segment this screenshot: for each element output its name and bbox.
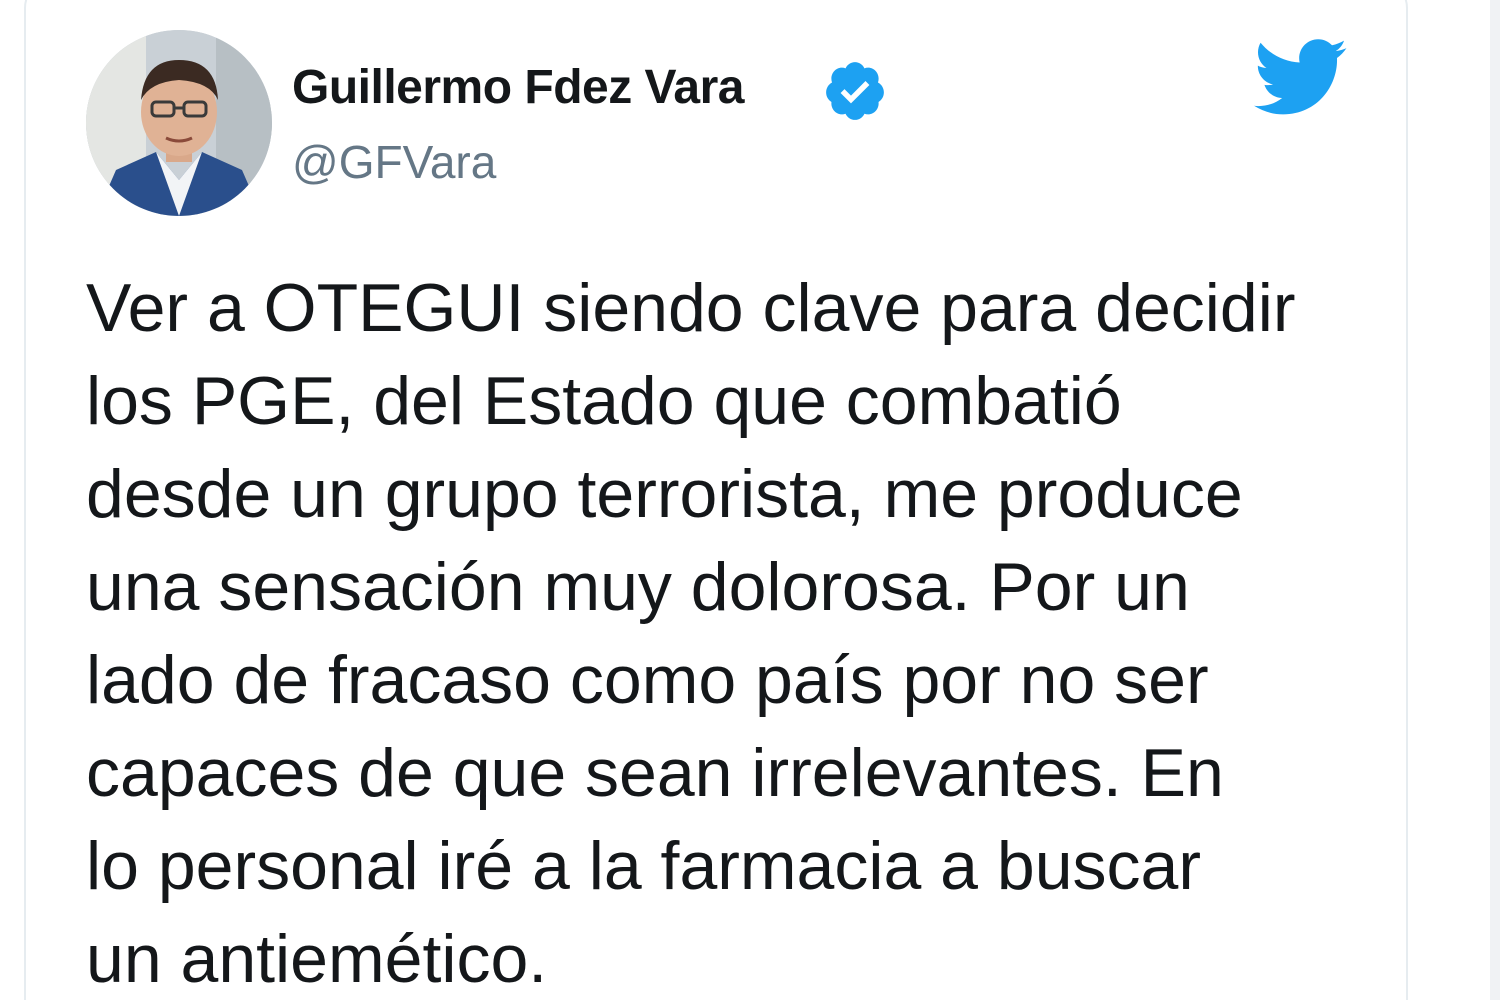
- verified-badge-icon: [826, 62, 884, 120]
- page: Guillermo Fdez Vara @GFVara Ver a OTEGUI…: [0, 0, 1500, 1000]
- tweet-text: Ver a OTEGUI siendo clave para decidir l…: [86, 270, 1296, 997]
- avatar-photo: [86, 30, 272, 216]
- author-name[interactable]: Guillermo Fdez Vara: [292, 58, 744, 118]
- avatar[interactable]: [86, 30, 272, 216]
- twitter-bird-icon[interactable]: [1254, 38, 1348, 118]
- author-handle[interactable]: @GFVara: [292, 132, 496, 192]
- window-edge: [1490, 0, 1500, 1000]
